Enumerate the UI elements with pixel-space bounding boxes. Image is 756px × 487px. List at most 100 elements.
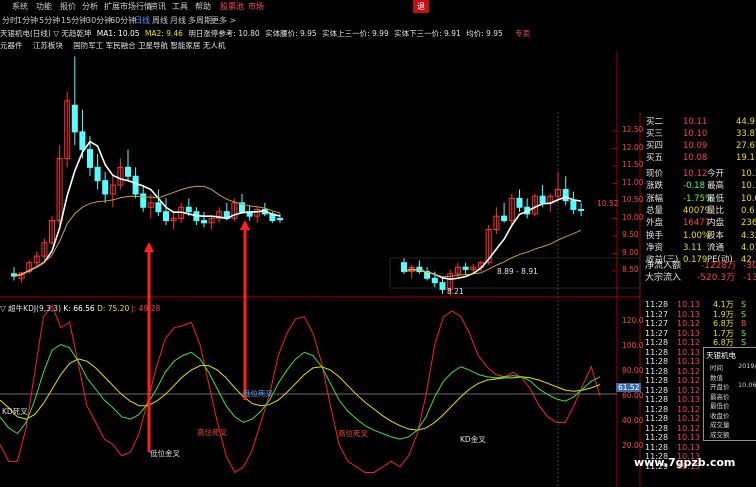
stat-row: 净资3.11流通4.01	[646, 242, 756, 253]
period-15min[interactable]: 15分钟	[61, 15, 87, 26]
kdj-d-value: D: 75.20	[97, 304, 130, 313]
menu-news[interactable]: 资讯	[150, 1, 166, 12]
popup-row: 最高价	[710, 392, 730, 401]
tick-row[interactable]: 11:28 10.12	[641, 367, 705, 377]
period-30min[interactable]: 30分钟	[86, 15, 112, 26]
flag-price-label: 10.52	[597, 199, 619, 208]
concept-tag[interactable]: 国防军工 军民融合 卫星导航 智能家居 无人机	[73, 41, 225, 50]
period-multi[interactable]: 多周期	[188, 15, 212, 26]
period-5min[interactable]: 5分钟	[39, 15, 60, 26]
tick-row[interactable]: 11:28 10.12	[641, 414, 705, 424]
candle-body	[87, 149, 93, 168]
period-more[interactable]: 更多 >	[211, 15, 236, 26]
buy-signal-arrowhead	[144, 242, 154, 252]
tick-row[interactable]: 11:28 10.13	[641, 433, 705, 443]
period-daily[interactable]: 日线	[134, 15, 150, 26]
period-weekly[interactable]: 周线	[152, 15, 168, 26]
candle-body	[132, 175, 139, 195]
popup-title: 天银机电	[706, 351, 736, 360]
concept-tag[interactable]: 元器件	[0, 41, 23, 50]
period-60min[interactable]: 60分钟	[110, 15, 136, 26]
tick-row[interactable]: 11:27 10.13 1.9万 S	[641, 310, 746, 320]
menu-quote[interactable]: 报价	[60, 1, 76, 12]
period-monthly[interactable]: 月线	[170, 15, 186, 26]
stock-title[interactable]: 天银机电(日线) ▽ 无趋乾坤	[0, 29, 91, 38]
kdj-j-value: J: 49.28	[131, 304, 161, 313]
menu-function[interactable]: 功能	[36, 1, 52, 12]
period-1min[interactable]: 1分钟	[17, 15, 38, 26]
popup-value: 10.06	[738, 381, 756, 389]
menu-tools[interactable]: 工具	[172, 1, 188, 12]
candle2-body	[431, 277, 438, 284]
low-price-label: 8.21	[447, 287, 464, 296]
kd-death-cross-label: KD死叉	[2, 407, 28, 416]
candle-body	[71, 104, 78, 133]
tick-row[interactable]: 11:28 10.12	[641, 405, 705, 415]
stat-row: 换手1.00%股本4.32	[646, 230, 756, 241]
body-mid-price: 实体腰价: 9.95	[265, 29, 317, 38]
tick-row[interactable]: 11:27 10.12 6.8万 B	[641, 319, 747, 329]
indicator-info-line: 天银机电(日线) ▽ 无趋乾坤 MA1: 10.05 MA2: 9.46 明日涨…	[0, 28, 530, 39]
menu-stock-pool[interactable]: 股票池	[220, 1, 244, 12]
kdj-k-value: K: 66.56	[63, 304, 95, 313]
high-death-cross-label-2: 高位死叉	[338, 429, 368, 438]
concept-tag[interactable]: 江苏板块	[33, 41, 63, 50]
limit-up-ref: 明日涨停参考: 10.80	[188, 29, 260, 38]
tick-row[interactable]: 11:27 10.13 1.7万 S	[641, 329, 746, 339]
body-lower-price: 实体下三一价: 9.91	[394, 29, 461, 38]
bid-row-4[interactable]: 买四10.0927.67	[641, 140, 756, 152]
menu-extended-market[interactable]: 扩展市场行情	[104, 1, 152, 12]
candle-body	[277, 217, 283, 221]
tick-row[interactable]: 11:28 10.13	[641, 357, 705, 367]
candle2-body	[462, 266, 469, 270]
kdj-d-line	[0, 358, 601, 431]
candlestick-series	[11, 56, 585, 296]
candle-body	[155, 202, 162, 213]
ma2-value: MA2: 9.46	[144, 29, 183, 38]
net-inflow-row: 净流入额 -1228万 -30	[645, 261, 756, 271]
candle-body	[102, 180, 109, 195]
candle2-body	[516, 197, 523, 208]
bid-row-3[interactable]: 买三10.1033.87	[641, 128, 756, 140]
candle-body	[185, 206, 192, 213]
tick-row[interactable]: 11:28 10.13	[641, 443, 705, 453]
bid-row-2[interactable]: 买二10.1144.97	[641, 116, 756, 128]
menu-analysis[interactable]: 分析	[82, 1, 98, 12]
watermark: www.7gpzb.com	[634, 456, 736, 469]
kdj-lines	[0, 304, 601, 474]
tick-row[interactable]: 11:28 10.13	[641, 395, 705, 405]
period-timeshare[interactable]: 分时	[2, 15, 18, 26]
candle2-body	[578, 208, 585, 211]
tick-row[interactable]: 11:28 10.12	[641, 386, 705, 396]
info-tail: 专卖	[515, 29, 531, 38]
tick-row[interactable]: 11:2810.134.7万S	[641, 348, 746, 358]
menu-market[interactable]: 市场	[248, 1, 264, 12]
candle-body	[79, 131, 86, 151]
tick-row[interactable]: 11:28 10.12 6.8万 S	[641, 338, 746, 348]
tick-row[interactable]: 11:28 10.12	[641, 376, 705, 386]
tick-row[interactable]: 11:28 10.12	[641, 424, 705, 434]
popup-row: 开盘价	[710, 383, 730, 391]
popup-value: 2019/	[738, 362, 756, 370]
candle-body	[125, 166, 131, 177]
candle-body	[94, 166, 101, 182]
stat-row: 外盘16477内盘2360	[646, 218, 756, 229]
menu-system[interactable]: 系统	[12, 1, 28, 12]
close-button[interactable]: 退	[413, 0, 429, 13]
menu-bar: 系统 功能 报价 分析 扩展市场行情 资讯 工具 帮助 股票池 市场 退	[0, 0, 756, 13]
tick-row[interactable]: 11:28 10.13 4.1万 S	[641, 300, 746, 310]
candle2-body	[501, 215, 508, 222]
data-popup: 天银机电 时间 2019/数值 开盘价 10.06 最高价 最低价 收盘价 成交量 成交额	[703, 347, 756, 441]
menu-help[interactable]: 帮助	[195, 1, 211, 12]
stat-row: 涨幅-1.75%最低10.0	[646, 193, 756, 204]
candle2-body	[539, 195, 546, 204]
range-label: 8.89 - 8.91	[497, 267, 538, 276]
concept-tags: 元器件 江苏板块 国防军工 军民融合 卫星导航 智能家居 无人机	[0, 40, 225, 51]
chart-grid	[0, 52, 641, 487]
avg-price: 均价: 9.95	[466, 29, 503, 38]
popup-row: 最低价	[710, 402, 730, 410]
candle2-body	[562, 189, 569, 202]
popup-row: 时间	[710, 364, 723, 372]
bid-row-5[interactable]: 买五 10.08 19.1	[641, 152, 756, 164]
popup-row: 收盘价	[710, 411, 730, 420]
